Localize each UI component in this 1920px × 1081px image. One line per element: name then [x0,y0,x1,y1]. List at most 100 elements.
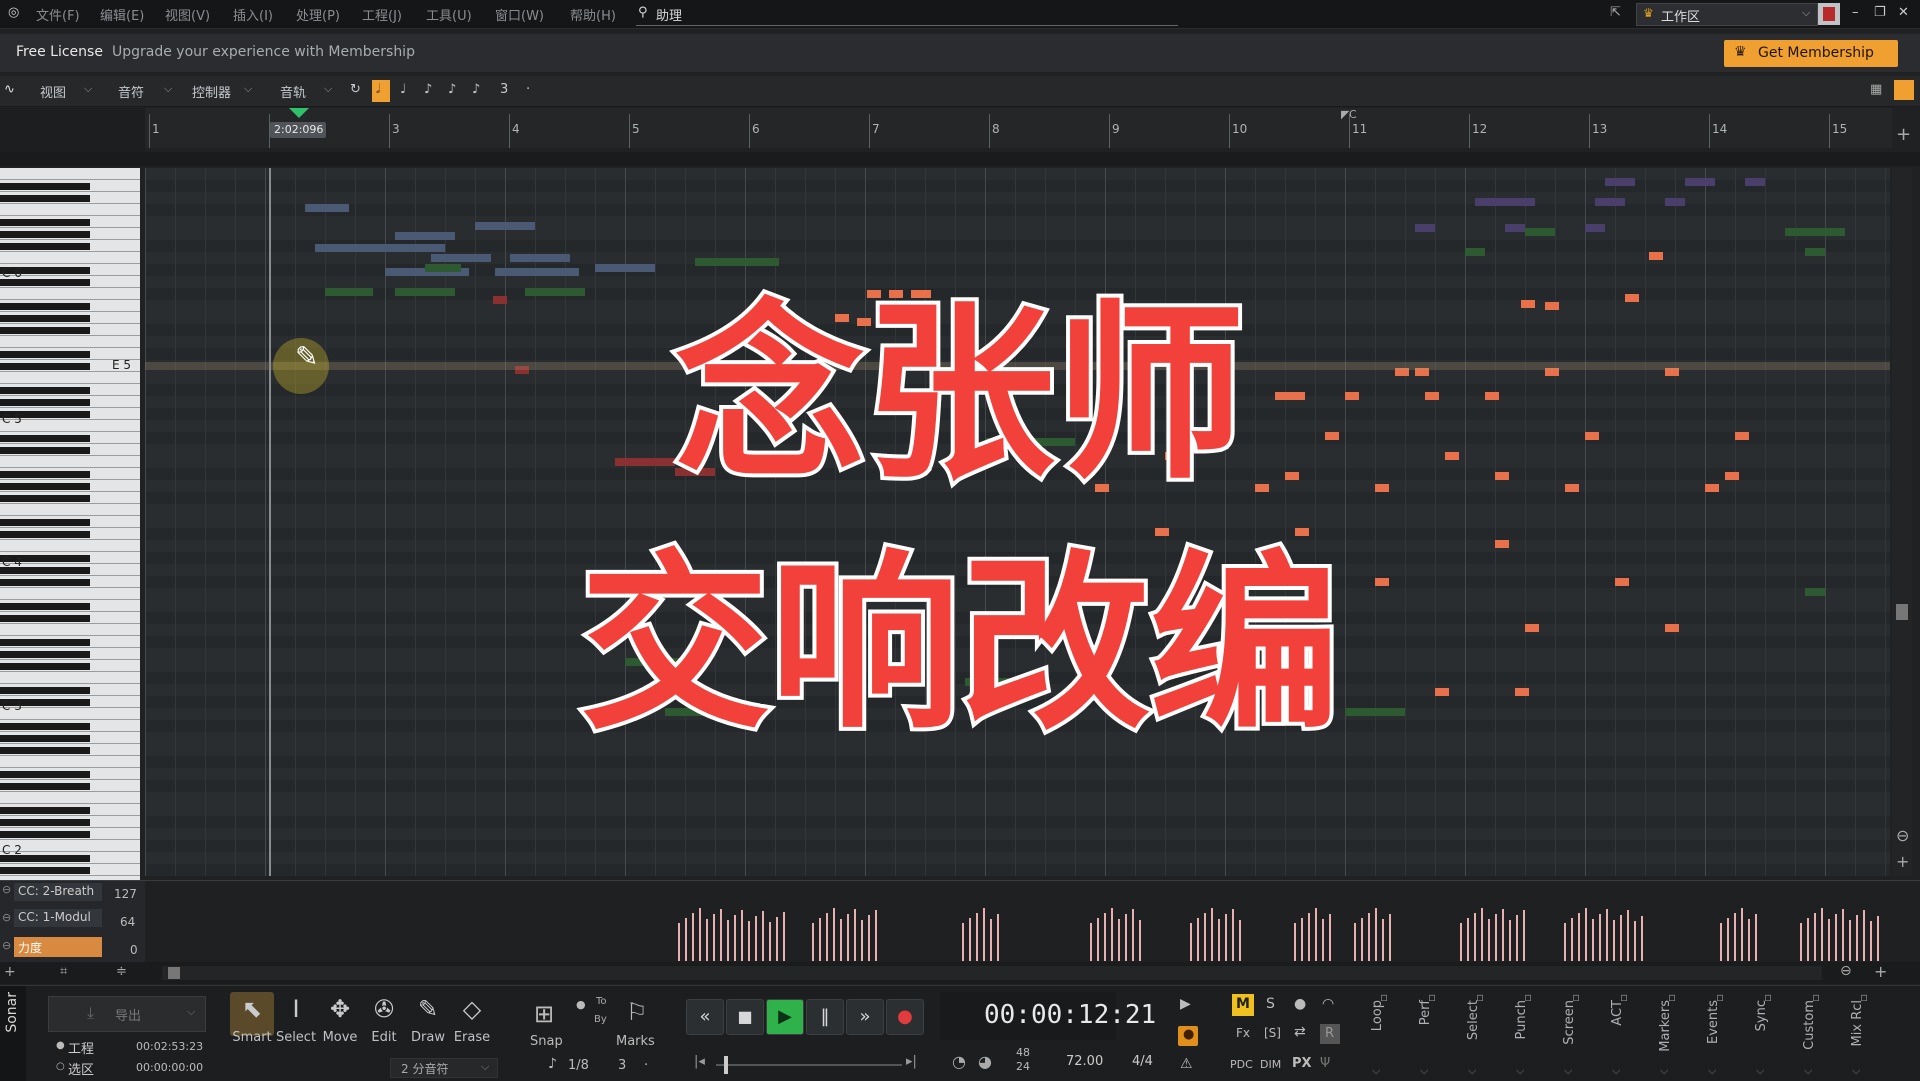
radio-project[interactable]: ● [56,1040,65,1051]
sixteenth-note-icon[interactable]: ♪ [448,82,456,97]
snap-triplet[interactable]: 3 [618,1058,626,1073]
white-key[interactable] [0,779,140,780]
lanes-icon[interactable]: ⌗ [60,964,67,979]
velocity-bar[interactable] [727,920,729,961]
white-key[interactable] [0,215,140,216]
velocity-bar[interactable] [1389,914,1391,961]
chevron-down-icon[interactable]: ⌵ [1756,1064,1764,1078]
velocity-bar[interactable] [1807,918,1809,961]
module-screen[interactable]: Screen [1562,1000,1577,1045]
note-grid[interactable]: ✎ [145,168,1890,876]
velocity-bar[interactable] [1097,918,1099,961]
menu-insert[interactable]: 插入(I) [233,5,273,24]
chevron-down-icon[interactable]: ⌵ [1612,1064,1620,1078]
velocity-bar[interactable] [1877,916,1879,961]
chevron-down-icon[interactable]: ⌵ [1420,1064,1428,1078]
velocity-bar[interactable] [1132,909,1134,961]
pin-icon[interactable]: ⇱ [1610,5,1621,20]
velocity-bar[interactable] [1308,913,1310,961]
collapse-icon[interactable]: ⊖ [2,883,11,896]
zoom-in-icon[interactable]: + [1874,962,1887,981]
midi-note[interactable] [1585,224,1605,232]
white-key[interactable] [0,803,140,804]
division-select[interactable]: 2 分音符 ⌵ [390,1058,498,1078]
pdc-button[interactable]: PDC [1230,1058,1253,1071]
get-membership-button[interactable]: ♛ Get Membership [1724,40,1898,67]
midi-note[interactable] [305,204,349,212]
velocity-bar[interactable] [755,916,757,961]
velocity-bar[interactable] [1090,923,1092,961]
export-button[interactable]: ⤓ 导出 ⌵ [48,996,206,1032]
chevron-down-icon[interactable]: ⌵ [1468,1064,1476,1078]
black-key[interactable] [0,531,90,538]
velocity-bar[interactable] [990,919,992,961]
velocity-bar[interactable] [1322,919,1324,961]
velocity-bar[interactable] [1606,909,1608,961]
velocity-bar[interactable] [741,910,743,961]
velocity-bar[interactable] [1800,923,1802,961]
white-key[interactable] [0,767,140,768]
velocity-bar[interactable] [1354,923,1356,961]
rewind-button[interactable]: « [686,999,724,1035]
module-select[interactable]: Select [1466,1000,1481,1040]
play-button[interactable]: ▶ [766,999,804,1035]
velocity-bar[interactable] [776,917,778,961]
midi-note[interactable] [1665,198,1685,206]
cc-lane-modulation[interactable]: CC: 1-Modul [14,909,102,927]
velocity-bar[interactable] [1571,918,1573,961]
triplet-toggle[interactable]: 3 [500,82,508,97]
zoom-in-icon[interactable]: + [1896,852,1909,871]
velocity-bar[interactable] [1368,913,1370,961]
white-key[interactable] [0,191,140,192]
mute-button[interactable]: M [1232,994,1254,1016]
velocity-bar[interactable] [1488,919,1490,961]
velocity-bar[interactable] [1301,918,1303,961]
velocity-bar[interactable] [692,913,694,961]
close-icon[interactable]: ✕ [1898,5,1909,20]
module-sync[interactable]: Sync [1754,1000,1769,1031]
white-key[interactable] [0,755,140,756]
midi-note[interactable] [1605,178,1635,186]
tempo-value[interactable]: 72.00 [1066,1054,1103,1069]
assistant-label[interactable]: 助理 [656,5,682,24]
white-key[interactable] [0,179,140,180]
velocity-bar[interactable] [1516,915,1518,961]
chevron-down-icon[interactable]: ⌵ [1660,1064,1668,1078]
velocity-bar[interactable] [1509,920,1511,961]
cc-lane-velocity[interactable]: 力度 [14,937,102,957]
chevron-down-icon[interactable]: ⌵ [244,82,252,96]
black-key[interactable] [0,771,90,778]
pause-button[interactable]: ‖ [806,999,844,1035]
black-key[interactable] [0,183,90,190]
scroll-thumb[interactable] [168,967,180,979]
menu-window[interactable]: 窗口(W) [495,5,544,24]
px-button[interactable]: PX [1292,1056,1312,1071]
module-punch[interactable]: Punch [1514,1000,1529,1039]
chevron-down-icon[interactable]: ⌵ [1372,1064,1380,1078]
tool-select[interactable]: I Select [274,992,318,1050]
filter-icon[interactable]: ≑ [116,964,127,979]
workspace-select[interactable]: ♛ 工作区 ⌵ [1636,3,1818,26]
toggle-icon[interactable]: ⇄ [1294,1024,1306,1040]
velocity-bar[interactable] [713,914,715,961]
snap-button[interactable]: ⊞ [528,996,568,1036]
metronome-icon[interactable]: ◔ [952,1052,966,1071]
black-key[interactable] [0,219,90,226]
black-key[interactable] [0,243,90,250]
piano-keyboard[interactable]: C 6 E 5 C 5 C 4 C 3 C 2 [0,168,140,888]
velocity-bar[interactable] [1190,923,1192,961]
dotted-toggle[interactable]: · [526,82,530,97]
velocity-bar[interactable] [1634,921,1636,961]
black-key[interactable] [0,519,90,526]
position-slider-thumb[interactable] [724,1056,728,1074]
midi-note[interactable] [1745,178,1765,186]
velocity-bar[interactable] [1474,913,1476,961]
track-menu[interactable]: 音轨 [280,82,306,101]
velocity-bar[interactable] [1204,913,1206,961]
velocity-bar[interactable] [1502,909,1504,961]
quarter-note-icon[interactable]: ♩ [400,82,406,97]
midi-note[interactable] [1475,198,1535,206]
maximize-icon[interactable]: ❐ [1874,5,1886,20]
velocity-bar[interactable] [748,921,750,961]
midi-note[interactable] [1465,248,1485,256]
